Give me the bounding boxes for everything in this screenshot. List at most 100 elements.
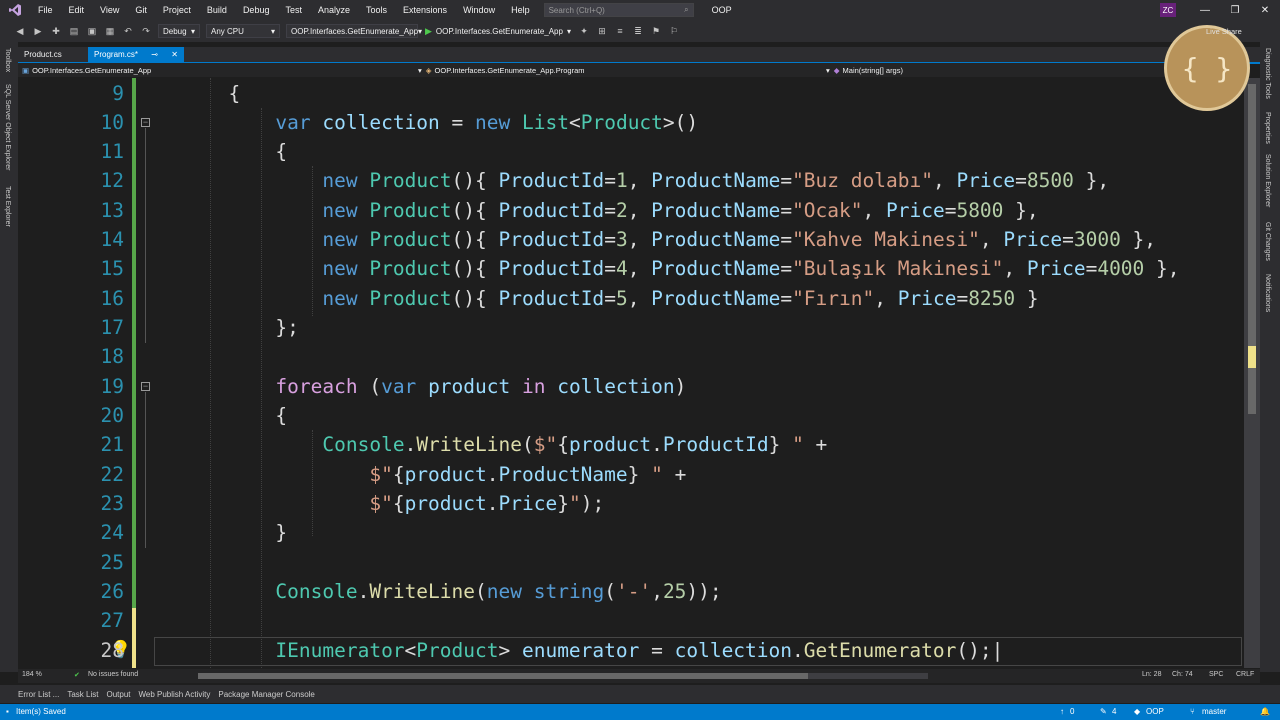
tab-program-cs[interactable]: Program.cs* ⊸ ✕	[88, 47, 184, 62]
project-dropdown[interactable]: ▣ OOP.Interfaces.GetEnumerate_App	[22, 63, 422, 77]
menu-git[interactable]: Git	[127, 5, 155, 15]
code-line: var collection = new List<Product>()	[275, 111, 699, 134]
code-line: new Product(){ ProductId=3, ProductName=…	[322, 228, 1157, 251]
menu-tools[interactable]: Tools	[358, 5, 395, 15]
startup-project-value: OOP.Interfaces.GetEnumerate_App	[291, 26, 419, 36]
new-item-icon[interactable]: ✚	[50, 25, 62, 37]
horizontal-scrollbar[interactable]	[198, 673, 928, 679]
maximize-icon[interactable]: ❐	[1220, 0, 1250, 20]
search-icon: ⌕	[684, 5, 689, 14]
tab-label: Product.cs	[24, 50, 62, 59]
menu-extensions[interactable]: Extensions	[395, 5, 455, 15]
platform-select[interactable]: Any CPU ▾	[206, 24, 280, 38]
document-tab-bar: Product.cs Program.cs* ⊸ ✕	[18, 47, 1260, 64]
pencil-icon[interactable]: ✎	[1100, 707, 1107, 716]
user-avatar[interactable]: ZC	[1160, 3, 1176, 17]
tab-error-list[interactable]: Error List ...	[18, 690, 59, 699]
status-message: Item(s) Saved	[16, 707, 66, 716]
close-tab-icon[interactable]: ✕	[171, 50, 178, 59]
vertical-scrollbar[interactable]	[1244, 78, 1260, 668]
branch-name[interactable]: master	[1202, 707, 1226, 716]
minimize-icon[interactable]: —	[1190, 0, 1220, 20]
chevron-down-icon: ▾	[566, 26, 571, 36]
tab-package-manager-console[interactable]: Package Manager Console	[218, 690, 315, 699]
zoom-level[interactable]: 184 %	[22, 671, 42, 678]
notifications-tab[interactable]: Notifications	[1264, 274, 1271, 312]
redo-icon[interactable]: ↷	[140, 25, 152, 37]
tab-web-publish-activity[interactable]: Web Publish Activity	[138, 690, 210, 699]
menu-view[interactable]: View	[92, 5, 127, 15]
undo-icon[interactable]: ↶	[122, 25, 134, 37]
tab-label: Program.cs*	[94, 50, 139, 59]
code-line: Console.WriteLine(new string('-',25));	[275, 580, 722, 603]
test-explorer-tab[interactable]: Test Explorer	[4, 186, 11, 227]
product-price: 4000	[1097, 257, 1145, 280]
code-line: new Product(){ ProductId=4, ProductName=…	[322, 257, 1180, 280]
comment-icon[interactable]: ≡	[614, 25, 626, 37]
code-line: Console.WriteLine($"{product.ProductId} …	[322, 433, 828, 456]
method-icon: ◆	[833, 65, 840, 75]
tab-task-list[interactable]: Task List	[67, 690, 98, 699]
menu-file[interactable]: File	[30, 5, 61, 15]
menu-test[interactable]: Test	[277, 5, 310, 15]
menu-project[interactable]: Project	[155, 5, 199, 15]
line-number: 21	[100, 433, 124, 456]
open-folder-icon[interactable]: ▤	[68, 25, 80, 37]
close-icon[interactable]: ✕	[1250, 0, 1280, 20]
code-line: $"{product.ProductName} " +	[369, 463, 687, 486]
collapse-icon[interactable]: −	[141, 382, 150, 391]
line-number: 25	[100, 551, 124, 574]
toolbox-tab[interactable]: Toolbox	[4, 48, 11, 72]
startup-project-select[interactable]: OOP.Interfaces.GetEnumerate_App ▾	[286, 24, 422, 38]
menu-analyze[interactable]: Analyze	[310, 5, 358, 15]
menu-edit[interactable]: Edit	[61, 5, 93, 15]
class-icon: ◈	[425, 65, 432, 75]
hot-reload-icon[interactable]: ✦	[578, 25, 590, 37]
back-icon[interactable]: ◀	[14, 25, 26, 37]
editor-status-row: 184 % ✔ No issues found Ln: 28 Ch: 74 SP…	[18, 669, 1260, 683]
search-input[interactable]: Search (Ctrl+Q) ⌕	[543, 3, 694, 17]
tab-output[interactable]: Output	[106, 690, 130, 699]
diagnostic-tools-tab[interactable]: Diagnostic Tools	[1264, 48, 1271, 99]
class-dropdown[interactable]: ▾ ◈ OOP.Interfaces.GetEnumerate_App.Prog…	[418, 63, 818, 77]
browser-link-icon[interactable]: ⊞	[596, 25, 608, 37]
solution-explorer-tab[interactable]: Solution Explorer	[1264, 154, 1271, 207]
properties-tab[interactable]: Properties	[1264, 112, 1271, 144]
scrollbar-thumb[interactable]	[198, 673, 808, 679]
uncomment-icon[interactable]: ≣	[632, 25, 644, 37]
collapse-icon[interactable]: −	[141, 118, 150, 127]
issues-status[interactable]: No issues found	[88, 671, 138, 678]
line-ending-indicator[interactable]: CRLF	[1236, 671, 1254, 678]
unpushed-count: 0	[1070, 707, 1075, 716]
saved-icon: ▪	[6, 707, 9, 716]
notification-bell-icon[interactable]: 🔔	[1260, 707, 1270, 716]
save-icon[interactable]: ▣	[86, 25, 98, 37]
code-editor[interactable]: − − 💡 9 10 11 12 13 14 15 16 17 18 19 20…	[18, 78, 1244, 668]
start-debugging-button[interactable]: ▶ OOP.Interfaces.GetEnumerate_App ▾	[425, 26, 571, 37]
save-all-icon[interactable]: ▦	[104, 25, 116, 37]
product-name: "Fırın"	[792, 287, 875, 310]
live-share-button[interactable]: Live Share	[1206, 27, 1242, 36]
visual-studio-logo-icon	[0, 0, 30, 20]
spacing-indicator[interactable]: SPC	[1209, 671, 1223, 678]
fold-line	[145, 392, 146, 548]
bookmark-prev-icon[interactable]: ⚐	[668, 25, 680, 37]
menu-help[interactable]: Help	[503, 5, 538, 15]
column-indicator: Ch: 74	[1172, 671, 1193, 678]
code-line: };	[158, 316, 299, 339]
code-line: }	[158, 521, 288, 544]
menu-build[interactable]: Build	[199, 5, 235, 15]
tab-product-cs[interactable]: Product.cs	[18, 47, 88, 62]
publish-up-icon[interactable]: ↑	[1060, 707, 1064, 716]
menu-debug[interactable]: Debug	[235, 5, 278, 15]
menu-window[interactable]: Window	[455, 5, 503, 15]
pin-icon[interactable]: ⊸	[151, 50, 158, 59]
repository-name[interactable]: OOP	[1146, 707, 1164, 716]
git-changes-tab[interactable]: Git Changes	[1264, 222, 1271, 261]
sql-server-object-explorer-tab[interactable]: SQL Server Object Explorer	[4, 84, 11, 171]
unsaved-change-indicator	[132, 608, 136, 668]
bookmark-icon[interactable]: ⚑	[650, 25, 662, 37]
product-name: "Ocak"	[792, 199, 863, 222]
forward-icon[interactable]: ▶	[32, 25, 44, 37]
configuration-select[interactable]: Debug ▾	[158, 24, 200, 38]
